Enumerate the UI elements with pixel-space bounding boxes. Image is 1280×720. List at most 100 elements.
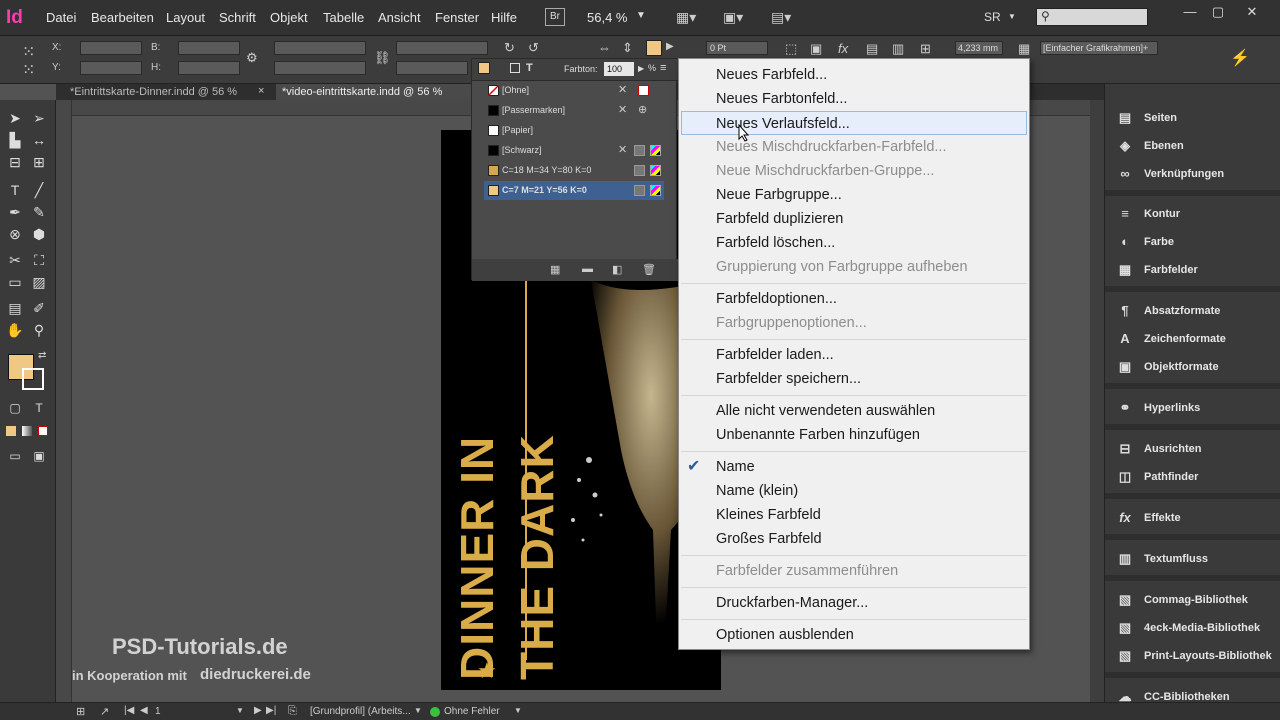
fill-proxy-icon[interactable] [478, 62, 490, 74]
scale-x-field[interactable] [274, 41, 366, 55]
shear-field[interactable] [396, 61, 468, 75]
panel-farbfelder[interactable]: ▦ Farbfelder [1115, 256, 1275, 284]
screen-mode-icon[interactable]: ▣▾ [723, 9, 743, 26]
menu-objekt[interactable]: Objekt [270, 10, 308, 25]
pages-overview-icon[interactable]: ⊞ [76, 705, 85, 718]
align-center-icon[interactable]: ▥ [892, 41, 904, 57]
pen-tool-icon[interactable]: ✒ [4, 202, 26, 222]
panel-farbe[interactable]: ◐ Farbe [1115, 228, 1275, 256]
normal-view-icon[interactable]: ▭ [4, 446, 26, 466]
hand-tool-icon[interactable]: ✋ [4, 320, 26, 340]
panel-commag-bibliothek[interactable]: ▧ Commag-Bibliothek [1115, 586, 1275, 614]
gap-tool-icon[interactable]: ↔ [28, 130, 50, 150]
menu-item-new-swatch[interactable]: Neues Farbfeld... [679, 63, 1031, 87]
stroke-color-box[interactable] [22, 368, 44, 390]
menu-datei[interactable]: Datei [46, 10, 76, 25]
panel-kontur[interactable]: ≡ Kontur [1115, 200, 1275, 228]
rotate-ccw-icon[interactable]: ↺ [528, 40, 539, 56]
content-collector-icon[interactable]: ⊟ [4, 152, 26, 172]
panel-absatzformate[interactable]: ¶ Absatzformate [1115, 297, 1275, 325]
tab-video-eintrittskarte[interactable]: *video-eintrittskarte.indd @ 56 % [276, 84, 482, 100]
panel-objektformate[interactable]: ▣ Objektformate [1115, 353, 1275, 381]
height-field[interactable] [178, 61, 240, 75]
zoom-level[interactable]: 56,4 % [587, 10, 627, 25]
menu-item-new-gradient-swatch[interactable]: Neues Verlaufsfeld... [681, 111, 1027, 135]
page-chevron-down-icon[interactable]: ▼ [236, 706, 244, 715]
workspace-chevron-down-icon[interactable]: ▼ [1008, 12, 1016, 21]
new-color-group-icon[interactable]: ▬ [582, 263, 593, 275]
panel-verknuepfungen[interactable]: ∞ Verknüpfungen [1115, 160, 1275, 188]
preflight-chevron-down-icon[interactable]: ▼ [514, 706, 522, 715]
menu-item-save-swatches[interactable]: Farbfelder speichern... [679, 367, 1031, 391]
bridge-button[interactable]: Br [545, 8, 565, 26]
line-tool-icon[interactable]: ╱ [28, 180, 50, 200]
view-options-icon[interactable]: ▦▾ [676, 9, 696, 26]
rotation-field[interactable] [396, 41, 488, 55]
panel-zeichenformate[interactable]: A Zeichenformate [1115, 325, 1275, 353]
formatting-text-icon[interactable]: T [28, 398, 50, 418]
panel-ebenen[interactable]: ◈ Ebenen [1115, 132, 1275, 160]
menu-item-delete-swatch[interactable]: Farbfeld löschen... [679, 231, 1031, 255]
x-position-field[interactable] [80, 41, 142, 55]
free-transform-tool-icon[interactable]: ⛶ [28, 250, 50, 270]
menu-item-add-unnamed-colors[interactable]: Unbenannte Farben hinzufügen [679, 423, 1031, 447]
pencil-tool-icon[interactable]: ✎ [28, 202, 50, 222]
scissors-tool-icon[interactable]: ✂ [4, 250, 26, 270]
search-input[interactable]: ⚲ [1036, 8, 1148, 26]
menu-item-hide-options[interactable]: Optionen ausblenden [679, 623, 1031, 647]
stroke-weight-field[interactable]: 0 Pt [706, 41, 768, 55]
tint-slider-chevron-icon[interactable]: ▶ [638, 64, 644, 73]
zoom-tool-icon[interactable]: ⚲ [28, 320, 50, 340]
container-format-icon[interactable] [510, 63, 520, 73]
apply-color-icon[interactable] [6, 426, 16, 436]
menu-item-merge-swatches[interactable]: Farbfelder zusammenführen [679, 559, 1031, 583]
fill-color-swatch[interactable] [646, 40, 662, 56]
preflight-status[interactable]: Ohne Fehler [444, 706, 500, 717]
arrange-documents-icon[interactable]: ▤▾ [771, 9, 791, 26]
flip-horizontal-icon[interactable]: ⇔ [598, 40, 611, 55]
menu-ansicht[interactable]: Ansicht [378, 10, 421, 25]
page-number[interactable]: 1 [155, 706, 161, 717]
panel-4eck-media-bibliothek[interactable]: ▧ 4eck-Media-Bibliothek [1115, 614, 1275, 642]
text-format-icon[interactable]: T [526, 62, 533, 74]
y-position-field[interactable] [80, 61, 142, 75]
swatch-row[interactable]: [Papier] [484, 121, 664, 140]
content-placer-icon[interactable]: ⊞ [28, 152, 50, 172]
menu-bearbeiten[interactable]: Bearbeiten [91, 10, 154, 25]
panel-seiten[interactable]: ▤ Seiten [1115, 104, 1275, 132]
swatch-row[interactable]: [Passermarken] ✕ ⊕ [484, 101, 664, 120]
text-frame-icon[interactable]: ⊞ [920, 41, 931, 57]
last-page-icon[interactable]: ▶| [266, 705, 276, 716]
panel-ausrichten[interactable]: ⊟ Ausrichten [1115, 435, 1275, 463]
swatch-row[interactable]: C=18 M=34 Y=80 K=0 [484, 161, 664, 180]
menu-item-new-mixed-ink-swatch[interactable]: Neues Mischdruckfarben-Farbfeld... [679, 135, 1031, 159]
polygon-tool-icon[interactable]: ⬢ [28, 224, 50, 244]
note-tool-icon[interactable]: ▤ [4, 298, 26, 318]
constrain-proportions-icon[interactable]: ⚙ [246, 50, 258, 66]
menu-item-select-all-unused[interactable]: Alle nicht verwendeten auswählen [679, 399, 1031, 423]
swatch-row-selected[interactable]: C=7 M=21 Y=56 K=0 [484, 181, 664, 200]
reference-point-icon[interactable]: ⁙ [22, 42, 35, 62]
delete-swatch-icon[interactable]: 🗑 [642, 263, 656, 276]
dimension-field[interactable]: 4,233 mm [955, 41, 1003, 55]
menu-item-new-tint-swatch[interactable]: Neues Farbtonfeld... [679, 87, 1031, 111]
type-tool-icon[interactable]: T [4, 180, 26, 200]
selection-tool-icon[interactable]: ➤ [4, 108, 26, 128]
swap-colors-icon[interactable]: ⇄ [38, 350, 46, 361]
swatch-row[interactable]: [Ohne] ✕ [484, 81, 664, 100]
width-field[interactable] [178, 41, 240, 55]
menu-item-view-name-small[interactable]: Name (klein) [679, 479, 1031, 503]
panel-pathfinder[interactable]: ◫ Pathfinder [1115, 463, 1275, 491]
menu-item-new-mixed-ink-group[interactable]: Neue Mischdruckfarben-Gruppe... [679, 159, 1031, 183]
menu-item-view-name[interactable]: ✔ Name [679, 455, 1031, 479]
gradient-swatch-tool-icon[interactable]: ▭ [4, 272, 26, 292]
maximize-button[interactable]: ▢ [1208, 4, 1228, 20]
flip-vertical-icon[interactable]: ⇕ [622, 40, 633, 56]
rotate-icon[interactable]: ↻ [504, 40, 515, 56]
panel-menu-icon[interactable]: ≡ [660, 62, 666, 74]
ellipse-frame-tool-icon[interactable]: ⊗ [4, 224, 26, 244]
panel-effekte[interactable]: fx Effekte [1115, 504, 1275, 532]
direct-selection-tool-icon[interactable]: ➢ [28, 108, 50, 128]
zoom-chevron-down-icon[interactable]: ▼ [636, 10, 646, 21]
page-tool-icon[interactable]: ▙ [4, 130, 26, 150]
